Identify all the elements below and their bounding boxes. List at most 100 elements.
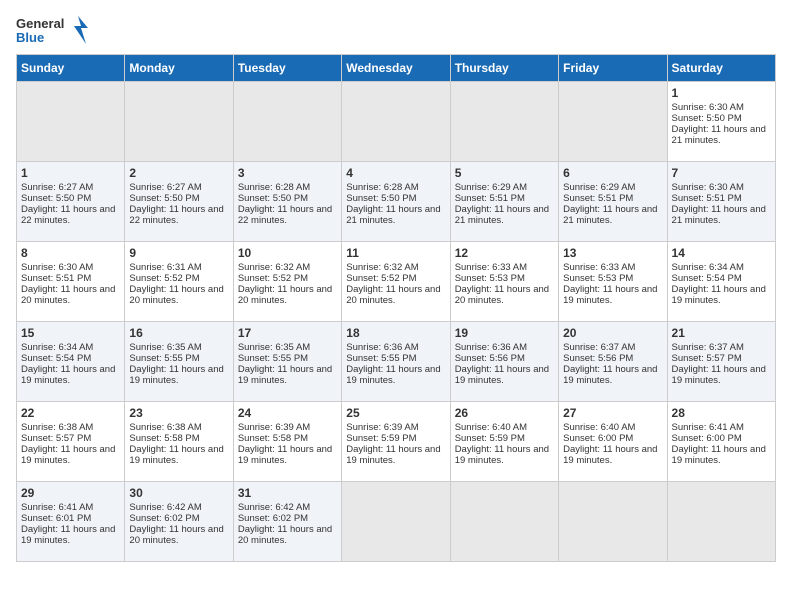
day-number: 21: [672, 326, 771, 340]
day-number: 26: [455, 406, 554, 420]
daylight: Daylight: 11 hours and 19 minutes.: [238, 444, 332, 466]
daylight: Daylight: 11 hours and 19 minutes.: [672, 444, 766, 466]
day-number: 28: [672, 406, 771, 420]
daylight: Daylight: 11 hours and 21 minutes.: [563, 204, 657, 226]
sunrise: Sunrise: 6:31 AM: [129, 262, 201, 273]
sunset: Sunset: 5:57 PM: [672, 353, 742, 364]
daylight: Daylight: 11 hours and 19 minutes.: [455, 364, 549, 386]
sunset: Sunset: 6:00 PM: [672, 433, 742, 444]
day-number: 5: [455, 166, 554, 180]
sunset: Sunset: 5:55 PM: [238, 353, 308, 364]
calendar-cell: 8Sunrise: 6:30 AMSunset: 5:51 PMDaylight…: [17, 242, 125, 322]
sunrise: Sunrise: 6:41 AM: [21, 502, 93, 513]
sunrise: Sunrise: 6:29 AM: [455, 182, 527, 193]
calendar-cell: 18Sunrise: 6:36 AMSunset: 5:55 PMDayligh…: [342, 322, 450, 402]
header: General Blue: [16, 16, 776, 46]
day-number: 23: [129, 406, 228, 420]
daylight: Daylight: 11 hours and 19 minutes.: [563, 364, 657, 386]
calendar-cell: [559, 482, 667, 562]
sunset: Sunset: 5:51 PM: [672, 193, 742, 204]
daylight: Daylight: 11 hours and 20 minutes.: [455, 284, 549, 306]
header-day-friday: Friday: [559, 55, 667, 82]
daylight: Daylight: 11 hours and 20 minutes.: [129, 524, 223, 546]
day-number: 16: [129, 326, 228, 340]
calendar-cell: 21Sunrise: 6:37 AMSunset: 5:57 PMDayligh…: [667, 322, 775, 402]
sunset: Sunset: 5:58 PM: [238, 433, 308, 444]
day-number: 1: [672, 86, 771, 100]
day-number: 25: [346, 406, 445, 420]
day-number: 19: [455, 326, 554, 340]
calendar-week-6: 29Sunrise: 6:41 AMSunset: 6:01 PMDayligh…: [17, 482, 776, 562]
day-number: 15: [21, 326, 120, 340]
calendar-cell: 17Sunrise: 6:35 AMSunset: 5:55 PMDayligh…: [233, 322, 341, 402]
calendar-header-row: SundayMondayTuesdayWednesdayThursdayFrid…: [17, 55, 776, 82]
day-number: 18: [346, 326, 445, 340]
daylight: Daylight: 11 hours and 19 minutes.: [21, 444, 115, 466]
sunset: Sunset: 6:02 PM: [238, 513, 308, 524]
day-number: 6: [563, 166, 662, 180]
day-number: 11: [346, 246, 445, 260]
day-number: 3: [238, 166, 337, 180]
sunset: Sunset: 5:50 PM: [238, 193, 308, 204]
daylight: Daylight: 11 hours and 19 minutes.: [346, 364, 440, 386]
calendar-cell: 22Sunrise: 6:38 AMSunset: 5:57 PMDayligh…: [17, 402, 125, 482]
sunrise: Sunrise: 6:34 AM: [21, 342, 93, 353]
sunrise: Sunrise: 6:27 AM: [129, 182, 201, 193]
sunset: Sunset: 5:50 PM: [21, 193, 91, 204]
daylight: Daylight: 11 hours and 19 minutes.: [21, 524, 115, 546]
sunrise: Sunrise: 6:39 AM: [346, 422, 418, 433]
calendar-cell: [559, 82, 667, 162]
day-number: 24: [238, 406, 337, 420]
calendar-cell: 2Sunrise: 6:27 AMSunset: 5:50 PMDaylight…: [125, 162, 233, 242]
daylight: Daylight: 11 hours and 21 minutes.: [455, 204, 549, 226]
calendar-cell: [342, 82, 450, 162]
calendar-cell: [667, 482, 775, 562]
sunset: Sunset: 5:57 PM: [21, 433, 91, 444]
calendar-cell: 10Sunrise: 6:32 AMSunset: 5:52 PMDayligh…: [233, 242, 341, 322]
sunset: Sunset: 5:51 PM: [563, 193, 633, 204]
sunset: Sunset: 5:52 PM: [238, 273, 308, 284]
sunrise: Sunrise: 6:33 AM: [455, 262, 527, 273]
sunset: Sunset: 5:50 PM: [672, 113, 742, 124]
sunset: Sunset: 5:56 PM: [455, 353, 525, 364]
sunset: Sunset: 5:50 PM: [346, 193, 416, 204]
day-number: 4: [346, 166, 445, 180]
calendar-cell: 28Sunrise: 6:41 AMSunset: 6:00 PMDayligh…: [667, 402, 775, 482]
daylight: Daylight: 11 hours and 22 minutes.: [21, 204, 115, 226]
header-day-monday: Monday: [125, 55, 233, 82]
logo-arrow-icon: [68, 16, 88, 46]
sunrise: Sunrise: 6:42 AM: [238, 502, 310, 513]
calendar-cell: 1Sunrise: 6:27 AMSunset: 5:50 PMDaylight…: [17, 162, 125, 242]
day-number: 22: [21, 406, 120, 420]
calendar-cell: 7Sunrise: 6:30 AMSunset: 5:51 PMDaylight…: [667, 162, 775, 242]
daylight: Daylight: 11 hours and 21 minutes.: [672, 124, 766, 146]
sunset: Sunset: 5:52 PM: [129, 273, 199, 284]
day-number: 30: [129, 486, 228, 500]
sunrise: Sunrise: 6:28 AM: [346, 182, 418, 193]
calendar-cell: 27Sunrise: 6:40 AMSunset: 6:00 PMDayligh…: [559, 402, 667, 482]
sunset: Sunset: 5:58 PM: [129, 433, 199, 444]
sunrise: Sunrise: 6:36 AM: [455, 342, 527, 353]
sunrise: Sunrise: 6:35 AM: [129, 342, 201, 353]
daylight: Daylight: 11 hours and 20 minutes.: [346, 284, 440, 306]
sunset: Sunset: 5:56 PM: [563, 353, 633, 364]
sunset: Sunset: 6:01 PM: [21, 513, 91, 524]
sunrise: Sunrise: 6:37 AM: [672, 342, 744, 353]
header-day-thursday: Thursday: [450, 55, 558, 82]
calendar-cell: 24Sunrise: 6:39 AMSunset: 5:58 PMDayligh…: [233, 402, 341, 482]
calendar-cell: 26Sunrise: 6:40 AMSunset: 5:59 PMDayligh…: [450, 402, 558, 482]
calendar-cell: 23Sunrise: 6:38 AMSunset: 5:58 PMDayligh…: [125, 402, 233, 482]
calendar-cell: 6Sunrise: 6:29 AMSunset: 5:51 PMDaylight…: [559, 162, 667, 242]
logo-general: General: [16, 17, 64, 31]
logo-text-block: General Blue: [16, 17, 64, 46]
calendar-cell: 19 Sunrise: 6:36 AMSunset: 5:56 PMDayligh…: [450, 322, 558, 402]
daylight: Daylight: 11 hours and 20 minutes.: [238, 524, 332, 546]
calendar-cell: 13Sunrise: 6:33 AMSunset: 5:53 PMDayligh…: [559, 242, 667, 322]
sunrise: Sunrise: 6:32 AM: [346, 262, 418, 273]
sunrise: Sunrise: 6:38 AM: [129, 422, 201, 433]
daylight: Daylight: 11 hours and 20 minutes.: [129, 284, 223, 306]
calendar-week-3: 8Sunrise: 6:30 AMSunset: 5:51 PMDaylight…: [17, 242, 776, 322]
logo-blue: Blue: [16, 31, 64, 45]
daylight: Daylight: 11 hours and 21 minutes.: [346, 204, 440, 226]
day-number: 17: [238, 326, 337, 340]
